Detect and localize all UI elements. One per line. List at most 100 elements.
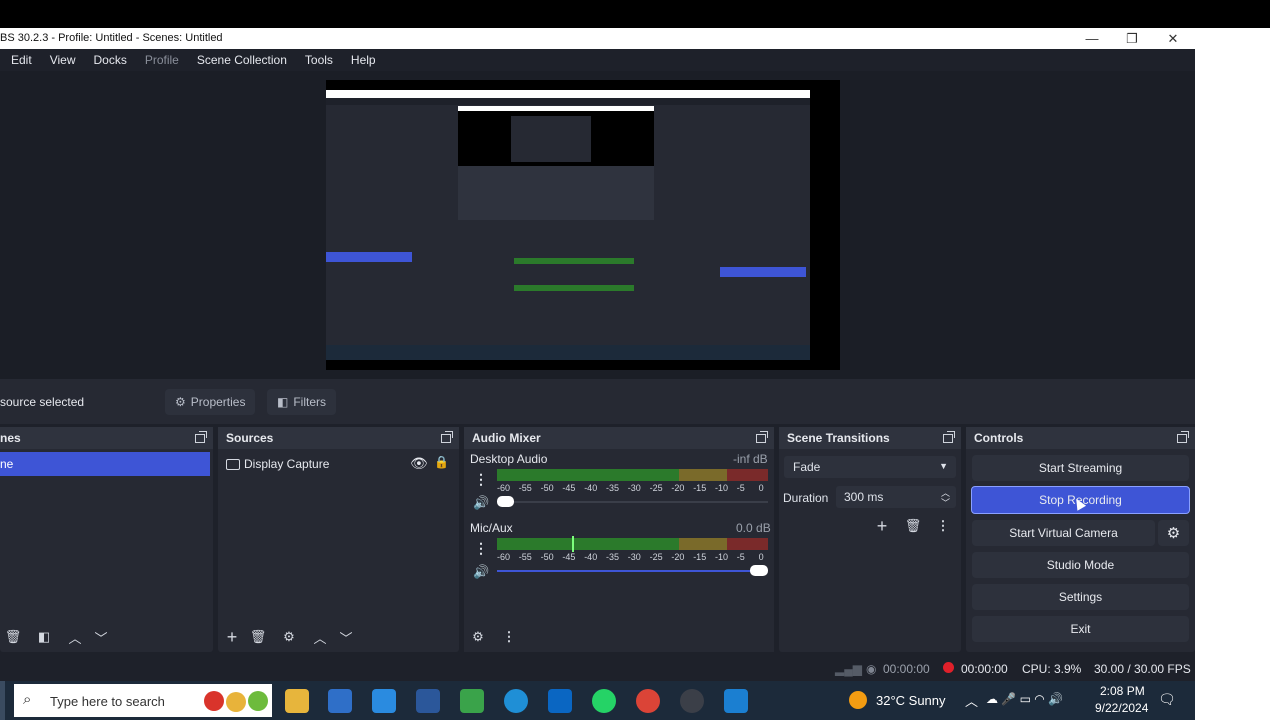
meter-tick-label: -55 [518, 552, 532, 562]
meter-tick-label: -30 [627, 483, 641, 493]
obs-icon[interactable] [680, 689, 704, 713]
clock-time[interactable]: 2:08 PM [1100, 684, 1145, 698]
speaker-icon[interactable]: 🔊 [473, 564, 489, 580]
program-preview[interactable] [326, 80, 840, 370]
speaker-icon[interactable]: 🔊 [473, 495, 489, 511]
properties-button[interactable]: ⚙ Properties [165, 389, 256, 415]
start-streaming-button[interactable]: Start Streaming [972, 455, 1189, 481]
clock-date[interactable]: 9/22/2024 [1095, 701, 1148, 715]
menu-edit[interactable]: Edit [0, 53, 39, 67]
dock-header: Sources [218, 427, 459, 449]
apple-decoration-icon [204, 691, 224, 711]
apple-decoration-icon [248, 691, 268, 711]
trash-icon[interactable]: 🗑 [248, 627, 268, 647]
meter-tick-label: -45 [562, 483, 576, 493]
mic-aux-level: 0.0 dB [736, 521, 771, 535]
kebab-menu-icon[interactable]: ⋮ [474, 540, 488, 557]
start-virtual-camera-button[interactable]: Start Virtual Camera [972, 520, 1155, 546]
minimize-icon[interactable]: — [1072, 28, 1112, 49]
move-up-icon[interactable]: ︿ [310, 627, 330, 647]
trash-icon[interactable]: 🗑 [3, 627, 23, 647]
trash-icon[interactable]: 🗑 [903, 516, 923, 536]
volume-slider[interactable] [497, 501, 768, 503]
linkedin-icon[interactable] [548, 689, 572, 713]
gear-icon[interactable]: ⚙ [279, 627, 299, 647]
source-item[interactable]: Display Capture 👁 🔒 [226, 454, 454, 474]
meter-tick-label: -45 [562, 552, 576, 562]
menu-view[interactable]: View [39, 53, 83, 67]
dock-header: Audio Mixer [464, 427, 774, 449]
kebab-menu-icon[interactable]: ⋮ [933, 516, 953, 536]
add-icon[interactable]: + [222, 627, 242, 647]
undock-icon[interactable] [195, 431, 207, 443]
meter-tick-label: -30 [627, 552, 641, 562]
move-down-icon[interactable]: ﹀ [336, 627, 356, 647]
restore-icon[interactable]: ❐ [1112, 28, 1152, 49]
volume-slider[interactable] [497, 570, 759, 572]
undock-icon[interactable] [441, 431, 453, 443]
vscode-icon[interactable] [724, 689, 748, 713]
duration-value: 300 ms [844, 490, 884, 504]
dock-title: Controls [974, 431, 1024, 445]
sun-icon [849, 691, 867, 709]
word-icon[interactable] [416, 689, 440, 713]
exit-button[interactable]: Exit [972, 616, 1189, 642]
microsoft-store-icon[interactable] [328, 689, 352, 713]
stream-icon: ◉ [866, 662, 877, 676]
transition-select[interactable]: Fade ▼ [784, 456, 956, 478]
filter-icon[interactable]: ◧ [34, 627, 54, 647]
close-icon[interactable]: ✕ [1153, 28, 1193, 49]
meter-tick-label: -60 [497, 552, 511, 562]
app-hexagon-icon[interactable] [460, 689, 484, 713]
undock-icon[interactable] [756, 431, 768, 443]
selection-label: source selected [0, 395, 85, 409]
menu-scene-collection[interactable]: Scene Collection [186, 53, 294, 67]
move-up-icon[interactable]: ︿ [65, 627, 85, 647]
whatsapp-icon[interactable] [592, 689, 616, 713]
meter-tick-label: -15 [693, 552, 707, 562]
filters-button[interactable]: ◧ Filters [267, 389, 337, 415]
settings-button[interactable]: Settings [972, 584, 1189, 610]
menu-docks[interactable]: Docks [82, 53, 133, 67]
kebab-menu-icon[interactable]: ⋮ [499, 627, 519, 647]
edge-icon[interactable] [504, 689, 528, 713]
spin-down-icon[interactable]: ﹀ [941, 496, 950, 509]
advanced-audio-icon[interactable]: ⚙ [468, 627, 488, 647]
menu-tools[interactable]: Tools [294, 53, 340, 67]
chrome-icon[interactable] [636, 689, 660, 713]
desktop-audio-level: -inf dB [733, 452, 768, 466]
weather-text[interactable]: 32°C Sunny [876, 693, 946, 708]
mail-icon[interactable] [372, 689, 396, 713]
meter-tick-label: -35 [606, 483, 620, 493]
scene-item[interactable]: ne [0, 452, 210, 476]
file-explorer-icon[interactable] [285, 689, 309, 713]
source-item-label: Display Capture [244, 457, 330, 471]
duration-spinbox[interactable]: 300 ms ︿ ﹀ [836, 486, 956, 508]
taskbar-search-box[interactable]: ⌕ Type here to search [14, 684, 272, 717]
undock-icon[interactable] [1177, 431, 1189, 443]
volume-slider-handle[interactable] [750, 565, 768, 576]
tray-chevron-icon[interactable]: ︿ [965, 691, 978, 710]
tray-icons[interactable]: ☁ 🎤 ▭ ◠ 🔊 [986, 692, 1063, 706]
volume-slider-handle[interactable] [497, 496, 514, 507]
eye-icon[interactable]: 👁 [410, 455, 428, 472]
mic-aux-label: Mic/Aux [470, 521, 513, 535]
start-button[interactable] [0, 681, 5, 720]
cpu-usage: CPU: 3.9% [1022, 662, 1082, 676]
signal-icon: ▂▄▆ [835, 662, 862, 676]
dock-title: Audio Mixer [472, 431, 541, 445]
notification-icon[interactable]: 🗨 [1158, 691, 1176, 708]
studio-mode-button[interactable]: Studio Mode [972, 552, 1189, 578]
menu-help[interactable]: Help [340, 53, 383, 67]
lock-icon[interactable]: 🔒 [434, 455, 449, 469]
kebab-menu-icon[interactable]: ⋮ [474, 471, 488, 488]
meter-tick-label: -15 [693, 483, 707, 493]
meter-tick-label: -10 [715, 483, 729, 493]
undock-icon[interactable] [943, 431, 955, 443]
move-down-icon[interactable]: ﹀ [91, 627, 111, 647]
search-icon: ⌕ [23, 691, 32, 708]
properties-label: Properties [190, 395, 246, 409]
add-icon[interactable]: + [872, 516, 892, 536]
virtual-camera-settings-button[interactable]: ⚙ [1158, 520, 1189, 546]
menu-profile[interactable]: Profile [134, 53, 186, 67]
